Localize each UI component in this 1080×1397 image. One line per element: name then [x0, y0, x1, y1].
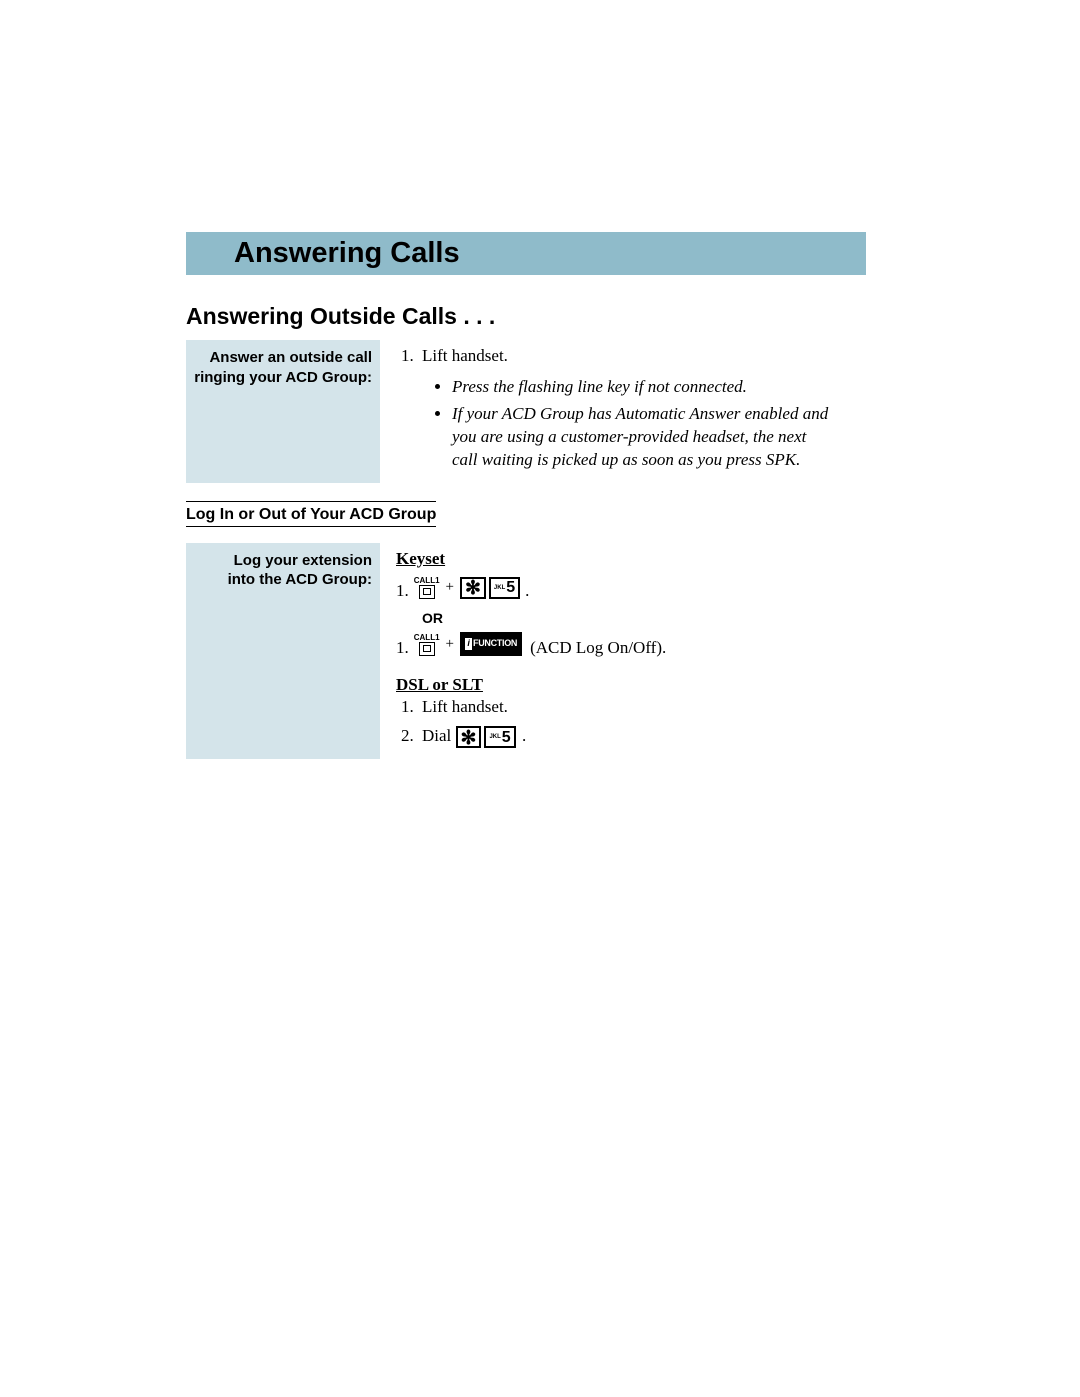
title-bar: Answering Calls	[186, 232, 866, 275]
device-label-dsl: DSL or SLT	[396, 674, 836, 697]
page-title: Answering Calls	[234, 237, 866, 270]
side-label-line: Answer an outside call	[194, 348, 372, 368]
instructions-login: Keyset 1. CALL1 + ✻ JKL 5 . OR 1.	[380, 543, 836, 760]
step-number: 1.	[396, 582, 409, 599]
call1-key-icon: CALL1	[414, 634, 440, 656]
trail-text: (ACD Log On/Off).	[530, 639, 666, 656]
five-key-icon: JKL 5	[489, 577, 520, 599]
star-key-icon: ✻	[460, 577, 486, 599]
call1-key-icon: CALL1	[414, 577, 440, 599]
key-sequence-row: 1. CALL1 + ✻ JKL 5 .	[396, 577, 836, 599]
plus-icon: +	[446, 637, 454, 652]
key-sequence-row: 1. CALL1 + FUNCTION (ACD Log On/Off).	[396, 632, 836, 656]
jkl-label: JKL	[489, 733, 500, 741]
side-label-answer-outside: Answer an outside call ringing your ACD …	[186, 340, 380, 483]
five-label: 5	[502, 727, 511, 749]
note-item: Press the flashing line key if not conne…	[452, 376, 836, 399]
subsection-rule	[186, 501, 436, 502]
subsection-heading-login: Log In or Out of Your ACD Group	[186, 506, 1080, 524]
call1-label: CALL1	[414, 577, 440, 585]
period: .	[522, 726, 526, 745]
block-answer-outside: Answer an outside call ringing your ACD …	[0, 340, 1080, 483]
or-label: OR	[422, 609, 836, 628]
step-text: Lift handset.	[422, 346, 508, 365]
period: .	[525, 582, 529, 599]
document-page: Answering Calls Answering Outside Calls …	[0, 0, 1080, 1397]
step-item: Dial ✻ JKL 5 .	[418, 725, 836, 748]
plus-icon: +	[446, 580, 454, 595]
section-heading-answering-outside: Answering Outside Calls . . .	[186, 303, 1080, 330]
step-number: 1.	[396, 639, 409, 656]
function-key-icon: FUNCTION	[460, 632, 522, 656]
step-text: Lift handset.	[422, 697, 508, 716]
step-item: Lift handset.	[418, 696, 836, 719]
subsection-rule	[186, 526, 436, 527]
five-label: 5	[506, 580, 515, 596]
step-item: Lift handset. Press the flashing line ke…	[418, 345, 836, 472]
side-label-line: Log your extension	[194, 551, 372, 571]
side-label-line: into the ACD Group:	[194, 570, 372, 590]
jkl-label: JKL	[494, 585, 505, 591]
call1-label: CALL1	[414, 634, 440, 642]
device-label-keyset: Keyset	[396, 548, 836, 571]
five-key-icon: JKL 5	[484, 726, 515, 748]
side-label-line: ringing your ACD Group:	[194, 368, 372, 388]
note-item: If your ACD Group has Automatic Answer e…	[452, 403, 836, 472]
instructions-answer-outside: Lift handset. Press the flashing line ke…	[380, 340, 836, 483]
block-login: Log your extension into the ACD Group: K…	[0, 543, 1080, 760]
side-label-login: Log your extension into the ACD Group:	[186, 543, 380, 760]
key-sequence-inline: ✻ JKL 5	[456, 726, 516, 748]
step-text-prefix: Dial	[422, 726, 456, 745]
star-key-icon: ✻	[456, 726, 482, 748]
